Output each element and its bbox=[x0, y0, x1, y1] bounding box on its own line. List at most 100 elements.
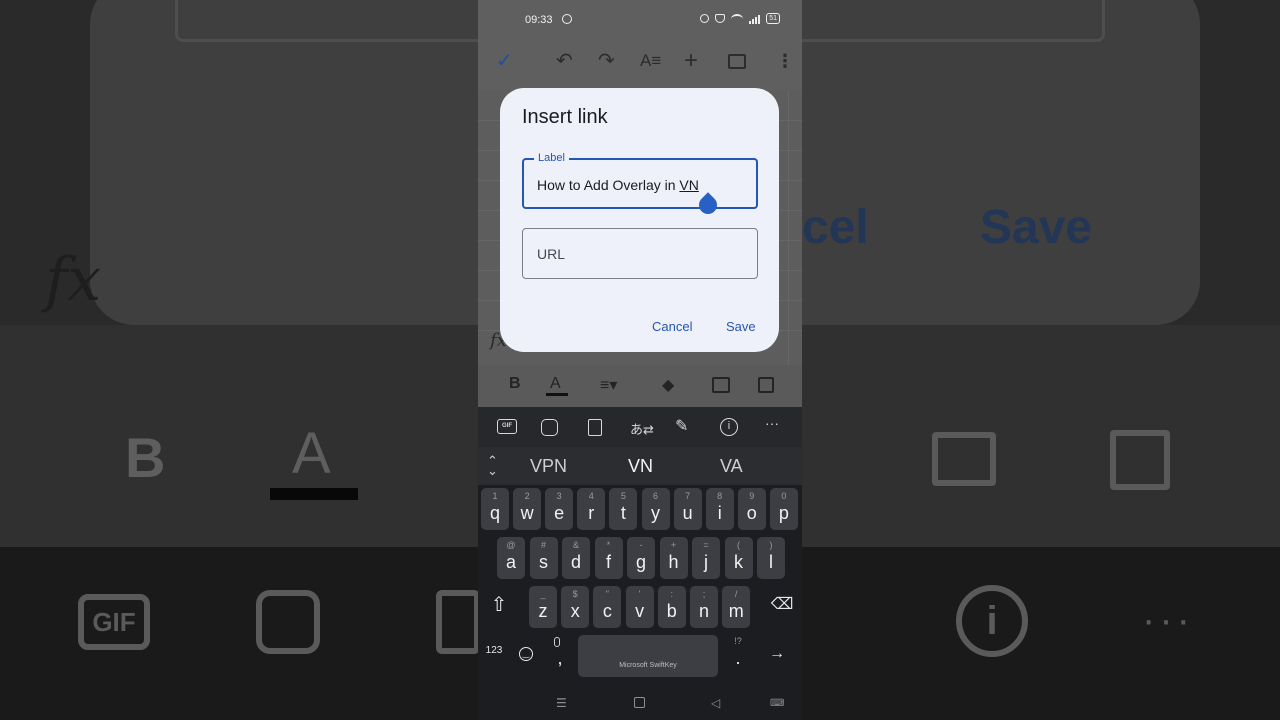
label-field[interactable]: Label How to Add Overlay in VN bbox=[522, 152, 758, 218]
text-format-icon[interactable]: A≡ bbox=[640, 50, 661, 72]
key-sub-label: 2 bbox=[524, 491, 530, 501]
fill-color-icon[interactable]: ◆ bbox=[662, 375, 674, 395]
more-icon[interactable]: ··· bbox=[765, 415, 779, 431]
whatsapp-icon bbox=[562, 14, 572, 24]
key-sub-label: 6 bbox=[652, 491, 658, 501]
microphone-icon[interactable] bbox=[554, 637, 560, 647]
key-l[interactable]: ) l bbox=[757, 537, 785, 579]
space-bar[interactable]: Microsoft SwiftKey bbox=[578, 635, 718, 677]
status-icons: 51 bbox=[700, 13, 780, 24]
suggestion-1[interactable]: VPN bbox=[530, 456, 567, 477]
key-o[interactable]: 9o bbox=[737, 488, 766, 530]
format-bar: B A ≡▾ ◆ bbox=[478, 365, 802, 407]
key-sub-label: ( bbox=[737, 540, 740, 550]
save-button[interactable]: Save bbox=[726, 319, 756, 334]
insert-row-icon[interactable] bbox=[712, 377, 730, 393]
sheets-toolbar: ✓ ↶ ↷ A≡ + ⋮ bbox=[478, 42, 802, 82]
key-p[interactable]: 0p bbox=[769, 488, 798, 530]
key-sub-label: _ bbox=[540, 589, 546, 599]
bg-cancel-text: cel bbox=[802, 201, 869, 254]
key-v[interactable]: ' v bbox=[625, 586, 654, 628]
comment-icon[interactable] bbox=[728, 54, 746, 69]
key-sub-label: 4 bbox=[588, 491, 594, 501]
keyboard-switch-icon[interactable]: ⌨ bbox=[770, 698, 784, 709]
bg-sticker-icon bbox=[256, 590, 320, 654]
shift-icon[interactable]: ⇧ bbox=[488, 587, 510, 623]
key-sub-label: 9 bbox=[749, 491, 755, 501]
check-icon[interactable]: ✓ bbox=[496, 50, 513, 72]
key-i[interactable]: 8i bbox=[705, 488, 734, 530]
insert-column-icon[interactable] bbox=[758, 377, 774, 393]
key-n[interactable]: ; n bbox=[690, 586, 718, 628]
backspace-icon[interactable]: ⌫ bbox=[770, 587, 794, 623]
key-label: t bbox=[620, 503, 626, 523]
key-sub-label: ; bbox=[702, 589, 706, 599]
key-label: x bbox=[570, 601, 580, 621]
battery-icon: 51 bbox=[766, 13, 780, 24]
emoji-icon[interactable]: ‿ bbox=[519, 647, 533, 661]
key-label: h bbox=[668, 552, 679, 572]
key-b[interactable]: :b bbox=[657, 586, 686, 628]
key-f[interactable]: * f bbox=[594, 537, 623, 579]
bold-button[interactable]: B bbox=[509, 375, 521, 393]
key-a[interactable]: @ a bbox=[497, 537, 525, 579]
text-cursor-handle[interactable] bbox=[695, 192, 721, 218]
key-label: a bbox=[505, 552, 516, 572]
recents-icon[interactable]: ☰ bbox=[556, 696, 567, 710]
key-k[interactable]: (k bbox=[724, 537, 753, 579]
vibrate-icon bbox=[715, 14, 726, 23]
redo-icon[interactable]: ↷ bbox=[598, 50, 615, 72]
key-label: i bbox=[717, 503, 722, 523]
key-r[interactable]: 4r bbox=[577, 488, 606, 530]
bg-clipboard-icon bbox=[436, 590, 480, 654]
undo-icon[interactable]: ↶ bbox=[556, 50, 573, 72]
enter-key[interactable]: → bbox=[766, 645, 788, 665]
sticker-icon[interactable] bbox=[541, 419, 558, 436]
key-label: y bbox=[651, 503, 660, 523]
url-field[interactable]: URL bbox=[522, 228, 758, 279]
dialog-title: Insert link bbox=[522, 106, 608, 128]
key-y[interactable]: 6y bbox=[641, 488, 670, 530]
key-d[interactable]: & d bbox=[562, 537, 590, 579]
back-icon[interactable]: ◁ bbox=[711, 696, 720, 710]
clipboard-icon[interactable] bbox=[588, 419, 602, 436]
key-q[interactable]: 1q bbox=[481, 488, 509, 530]
cancel-button[interactable]: Cancel bbox=[652, 319, 692, 334]
key-j[interactable]: = j bbox=[692, 537, 720, 579]
key-u[interactable]: 7u bbox=[673, 488, 702, 530]
align-icon[interactable]: ≡▾ bbox=[600, 375, 617, 395]
key-sub-label: + bbox=[670, 540, 677, 550]
suggestion-2[interactable]: VN bbox=[628, 456, 653, 477]
key-h[interactable]: + h bbox=[659, 537, 688, 579]
key-label: q bbox=[489, 503, 500, 523]
key-s[interactable]: # s bbox=[529, 537, 558, 579]
key-z[interactable]: _ z bbox=[529, 586, 557, 628]
suggestion-3[interactable]: VA bbox=[720, 456, 743, 477]
key-label: j bbox=[704, 552, 708, 572]
gif-icon[interactable]: GIF bbox=[497, 419, 517, 434]
key-t[interactable]: 5t bbox=[609, 488, 638, 530]
numbers-key[interactable]: 123 bbox=[483, 645, 505, 665]
key-e[interactable]: 3e bbox=[545, 488, 574, 530]
translate-icon[interactable]: あ⇄ bbox=[630, 419, 654, 438]
key-m[interactable]: / m bbox=[722, 586, 751, 628]
key-c[interactable]: " c bbox=[593, 586, 622, 628]
plus-icon[interactable]: + bbox=[684, 49, 698, 73]
space-bar-label: Microsoft SwiftKey bbox=[619, 662, 677, 669]
bg-text-color-glyph: A bbox=[292, 421, 331, 486]
pen-icon[interactable]: ✎ bbox=[675, 416, 688, 436]
more-vertical-icon[interactable]: ⋮ bbox=[776, 50, 794, 72]
key-w[interactable]: 2w bbox=[513, 488, 542, 530]
comma-key[interactable]: , bbox=[546, 633, 574, 675]
key-x[interactable]: $ x bbox=[561, 586, 590, 628]
collapse-icon[interactable]: ⌃ ⌄ bbox=[487, 454, 498, 477]
key-sub-label: 8 bbox=[717, 491, 723, 501]
text-color-bar bbox=[546, 393, 568, 396]
text-color-button[interactable]: A bbox=[550, 375, 561, 393]
period-key[interactable]: !? . bbox=[724, 633, 752, 675]
key-g[interactable]: -g bbox=[627, 537, 655, 579]
home-icon[interactable] bbox=[634, 697, 645, 708]
bg-gif-icon: GIF bbox=[78, 594, 150, 650]
key-label: u bbox=[682, 503, 693, 523]
info-icon[interactable]: i bbox=[720, 418, 738, 436]
